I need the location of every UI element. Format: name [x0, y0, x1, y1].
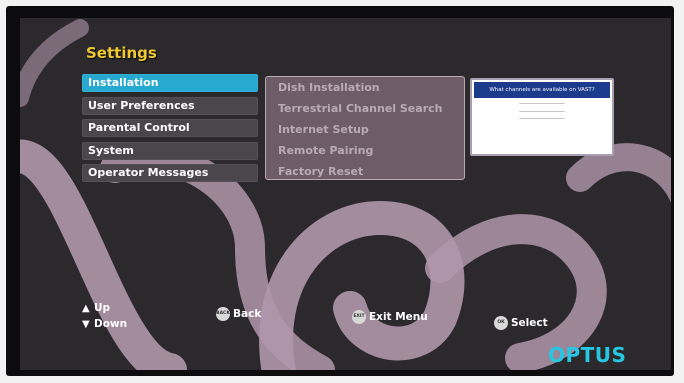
hint-select: OK Select: [494, 316, 548, 330]
hint-exit: EXIT Exit Menu: [352, 310, 428, 324]
hint-back: BACK Back: [216, 307, 261, 321]
hint-down-label: Down: [94, 318, 128, 330]
submenu-item-dish-installation[interactable]: Dish Installation: [266, 77, 464, 98]
tv-bezel: Settings Installation User Preferences P…: [6, 6, 674, 376]
page-title: Settings: [86, 44, 157, 62]
back-button-icon: BACK: [216, 307, 230, 321]
menu-item-parental-control[interactable]: Parental Control: [82, 119, 258, 137]
info-panel-body: ───────────────────── ──────────────────…: [519, 102, 565, 122]
info-panel: What channels are available on VAST? ───…: [470, 78, 614, 156]
hint-exit-label: Exit Menu: [369, 311, 428, 323]
optus-logo: OPTUS: [548, 343, 627, 367]
menu-item-operator-messages[interactable]: Operator Messages: [82, 164, 258, 182]
menu-item-installation[interactable]: Installation: [82, 74, 258, 92]
installation-submenu: Dish Installation Terrestrial Channel Se…: [265, 76, 465, 180]
submenu-item-terrestrial-channel-search[interactable]: Terrestrial Channel Search: [266, 98, 464, 119]
menu-item-user-preferences[interactable]: User Preferences: [82, 96, 258, 115]
submenu-item-internet-setup[interactable]: Internet Setup: [266, 119, 464, 140]
hint-back-label: Back: [233, 308, 262, 320]
hint-up-label: Up: [94, 302, 111, 314]
exit-button-icon: EXIT: [352, 310, 366, 324]
hint-select-label: Select: [511, 317, 548, 329]
submenu-item-remote-pairing[interactable]: Remote Pairing: [266, 140, 464, 161]
info-panel-heading: What channels are available on VAST?: [474, 82, 610, 98]
chevron-up-icon: ▲: [82, 303, 90, 314]
hint-up: ▲ Up: [82, 302, 110, 314]
submenu-item-factory-reset[interactable]: Factory Reset: [266, 161, 464, 182]
ok-button-icon: OK: [494, 316, 508, 330]
tv-screen: Settings Installation User Preferences P…: [20, 18, 671, 370]
chevron-down-icon: ▼: [82, 319, 90, 330]
hint-down: ▼ Down: [82, 318, 127, 330]
settings-menu: Installation User Preferences Parental C…: [82, 74, 258, 187]
menu-item-system[interactable]: System: [82, 141, 258, 160]
